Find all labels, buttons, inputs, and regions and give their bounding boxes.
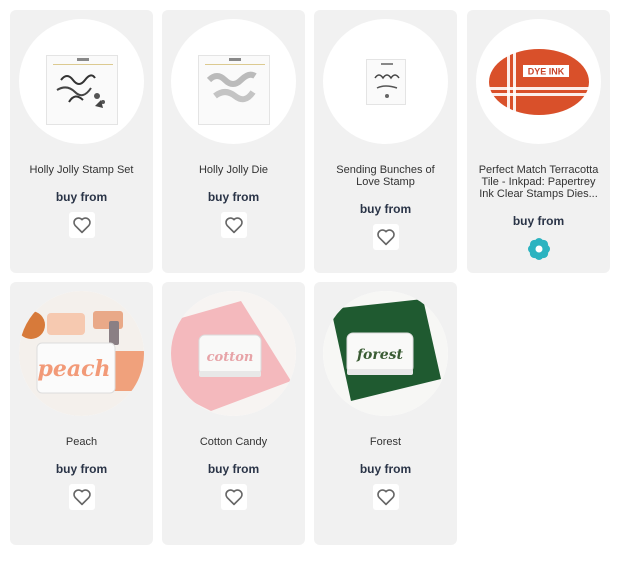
product-card[interactable]: forest Forest buy from xyxy=(314,282,457,545)
favorite-button[interactable] xyxy=(220,484,247,510)
forest-ink-image: forest xyxy=(323,291,448,416)
product-card[interactable]: DYE INK Perfect Match Terracotta Tile - … xyxy=(467,10,610,273)
product-card[interactable]: Holly Jolly Stamp Set buy from xyxy=(10,10,153,273)
flower-icon xyxy=(527,238,550,260)
terracotta-inkpad-image: DYE INK xyxy=(486,46,591,117)
product-title: Cotton Candy xyxy=(199,436,268,448)
product-title: Holly Jolly Die xyxy=(198,164,269,176)
buy-from-link[interactable]: buy from xyxy=(56,190,107,204)
retailer-button[interactable] xyxy=(526,236,552,262)
product-image[interactable]: cotton xyxy=(171,291,296,416)
cotton-candy-ink-image: cotton xyxy=(171,291,296,416)
die-sheet-image xyxy=(198,55,270,125)
buy-from-link[interactable]: buy from xyxy=(208,190,259,204)
peach-ink-image: peach xyxy=(19,291,144,416)
favorite-button[interactable] xyxy=(372,224,399,250)
product-image[interactable]: peach xyxy=(19,291,144,416)
product-image[interactable] xyxy=(323,19,448,144)
product-image[interactable]: forest xyxy=(323,291,448,416)
product-title: Forest xyxy=(369,436,402,448)
heart-outline-icon xyxy=(72,489,91,506)
heart-outline-icon xyxy=(72,217,91,234)
product-image[interactable] xyxy=(19,19,144,144)
inkpad-label: DYE INK xyxy=(527,66,564,76)
peach-label: peach xyxy=(37,356,110,382)
buy-from-link[interactable]: buy from xyxy=(513,214,564,228)
buy-from-link[interactable]: buy from xyxy=(208,462,259,476)
product-card[interactable]: peach Peach buy from xyxy=(10,282,153,545)
cotton-candy-label: cotton xyxy=(207,350,254,365)
product-grid: Holly Jolly Stamp Set buy from Holly Jol… xyxy=(10,10,612,555)
favorite-button[interactable] xyxy=(68,212,95,238)
heart-outline-icon xyxy=(376,489,395,506)
stamp-sheet-image xyxy=(46,55,118,125)
buy-from-link[interactable]: buy from xyxy=(56,462,107,476)
product-image[interactable] xyxy=(171,19,296,144)
heart-outline-icon xyxy=(376,229,395,246)
buy-from-link[interactable]: buy from xyxy=(360,202,411,216)
product-card[interactable]: Holly Jolly Die buy from xyxy=(162,10,305,273)
favorite-button[interactable] xyxy=(372,484,399,510)
favorite-button[interactable] xyxy=(68,484,95,510)
product-title: Peach xyxy=(65,436,98,448)
product-title: Holly Jolly Stamp Set xyxy=(29,164,134,176)
product-image[interactable]: DYE INK xyxy=(476,19,601,144)
product-card[interactable]: cotton Cotton Candy buy from xyxy=(162,282,305,545)
product-title: Perfect Match Terracotta Tile - Inkpad: … xyxy=(478,164,599,200)
stamp-package-image xyxy=(366,59,406,105)
heart-outline-icon xyxy=(224,217,243,234)
product-title: Sending Bunches of Love Stamp xyxy=(336,164,435,188)
forest-label: forest xyxy=(356,347,404,363)
buy-from-link[interactable]: buy from xyxy=(360,462,411,476)
heart-outline-icon xyxy=(224,489,243,506)
favorite-button[interactable] xyxy=(220,212,247,238)
product-card[interactable]: Sending Bunches of Love Stamp buy from xyxy=(314,10,457,273)
